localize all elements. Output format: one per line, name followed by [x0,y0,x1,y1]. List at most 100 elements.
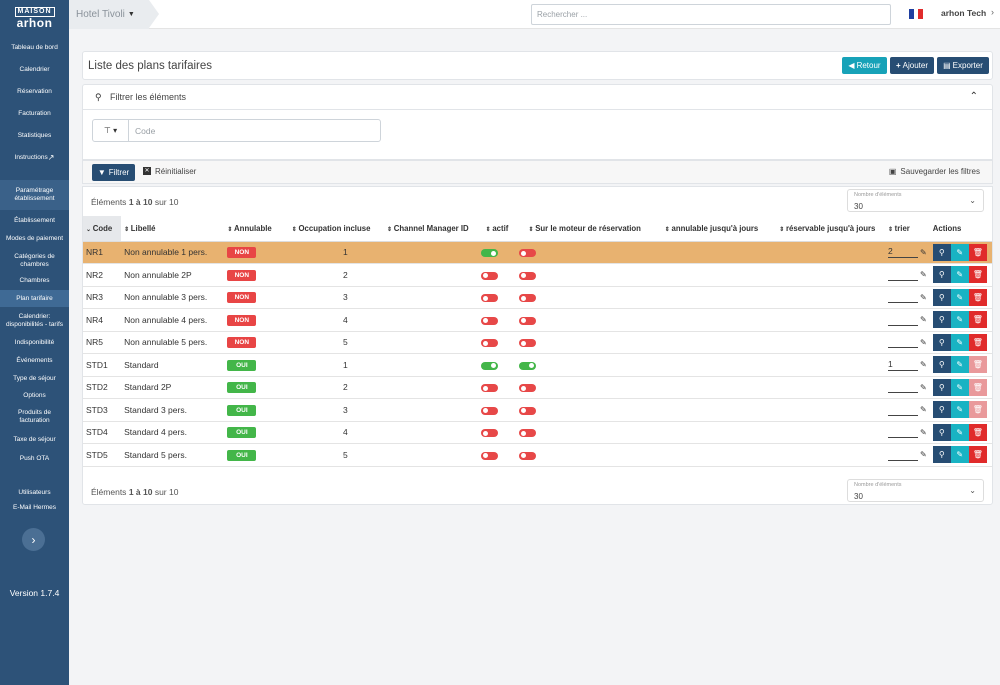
sidebar-item[interactable]: Options [0,388,69,404]
sort-order-input[interactable] [887,314,918,326]
booking-engine-toggle[interactable] [519,429,537,437]
delete-button[interactable]: 🗑 [968,356,987,374]
table-row[interactable]: NR1 Non annulable 1 pers. NON 1 2 ✎ ⚲ ✎ 🗑 [83,241,992,264]
edit-button[interactable]: ✎ [950,243,969,261]
sidebar-item[interactable]: Paramétrage établissement [0,180,69,210]
sidebar-item[interactable]: Plan tarifaire [0,290,69,307]
actif-toggle[interactable] [480,249,498,257]
per-page-select-bottom[interactable]: Nombre d'éléments 30 ⌄ [847,479,984,502]
sidebar-item[interactable]: Statistiques [0,125,69,147]
column-header[interactable]: ⇕ annulable jusqu'à jours [653,216,770,242]
table-row[interactable]: NR3 Non annulable 3 pers. NON 3 ✎ ⚲ ✎ 🗑 [83,286,992,309]
column-header[interactable]: ⇕ actif [477,216,517,242]
view-button[interactable]: ⚲ [932,378,951,396]
edit-button[interactable]: ✎ [950,401,969,419]
edit-icon[interactable]: ✎ [920,248,927,257]
logo[interactable]: MAISON arhon [0,0,69,34]
sidebar-item[interactable]: Calendrier: disponibilités - tarifs [0,308,69,334]
delete-button[interactable]: 🗑 [968,266,987,284]
edit-icon[interactable]: ✎ [920,360,927,369]
edit-button[interactable]: ✎ [950,356,969,374]
table-row[interactable]: STD4 Standard 4 pers. OUI 4 ✎ ⚲ ✎ 🗑 [83,421,992,444]
booking-engine-toggle[interactable] [519,316,537,325]
actif-toggle[interactable] [480,339,498,347]
actif-toggle[interactable] [480,429,498,437]
booking-engine-toggle[interactable] [519,294,537,302]
delete-button[interactable]: 🗑 [968,243,987,261]
actif-toggle[interactable] [480,361,498,370]
table-row[interactable]: STD5 Standard 5 pers. OUI 5 ✎ ⚲ ✎ 🗑 [83,443,992,467]
sidebar-item[interactable]: Tableau de bord [0,37,69,59]
booking-engine-toggle[interactable] [519,361,537,370]
edit-icon[interactable]: ✎ [920,270,927,279]
column-header[interactable]: ⌄ Code [83,216,122,242]
actif-toggle[interactable] [480,316,498,325]
table-row[interactable]: STD1 Standard OUI 1 1 ✎ ⚲ ✎ 🗑 [83,353,992,377]
delete-button[interactable]: 🗑 [968,333,987,351]
chevron-right-icon[interactable]: › [991,7,994,17]
edit-icon[interactable]: ✎ [920,450,927,459]
sidebar-item[interactable]: Instructions ↗ [0,147,69,169]
sidebar-item[interactable]: Taxe de séjour [0,430,69,450]
actif-toggle[interactable] [480,451,498,460]
booking-engine-toggle[interactable] [519,384,537,392]
view-button[interactable]: ⚲ [932,266,951,284]
sort-order-input[interactable] [887,336,918,349]
booking-engine-toggle[interactable] [519,271,537,280]
table-row[interactable]: STD2 Standard 2P OUI 2 ✎ ⚲ ✎ 🗑 [83,376,992,399]
sort-order-input[interactable] [887,404,918,416]
view-button[interactable]: ⚲ [932,333,951,351]
export-button[interactable]: ▤ Exporter [937,57,989,74]
column-header[interactable]: ⇕ réservable jusqu'à jours [769,216,885,242]
column-header[interactable]: ⇕ Libellé [121,216,225,242]
table-row[interactable]: NR5 Non annulable 5 pers. NON 5 ✎ ⚲ ✎ 🗑 [83,331,992,354]
hotel-selector[interactable]: Hotel Tivoli ▼ [69,0,149,29]
edit-icon[interactable]: ✎ [920,383,927,392]
column-header[interactable]: ⇕ Channel Manager ID [377,216,478,242]
per-page-select-top[interactable]: Nombre d'éléments 30 ⌄ [847,189,984,212]
view-button[interactable]: ⚲ [932,423,951,441]
view-button[interactable]: ⚲ [932,243,951,261]
sort-order-input[interactable]: 1 [887,359,918,371]
booking-engine-toggle[interactable] [519,339,537,347]
actif-toggle[interactable] [480,406,498,415]
view-button[interactable]: ⚲ [932,288,951,306]
edit-button[interactable]: ✎ [950,333,969,351]
sidebar-item[interactable]: Réservation [0,81,69,103]
view-button[interactable]: ⚲ [932,356,951,374]
back-button[interactable]: ◀ Retour [842,57,887,74]
booking-engine-toggle[interactable] [519,451,537,460]
edit-button[interactable]: ✎ [950,446,969,464]
delete-button[interactable]: 🗑 [968,378,987,396]
table-row[interactable]: NR4 Non annulable 4 pers. NON 4 ✎ ⚲ ✎ 🗑 [83,308,992,332]
chevron-up-icon[interactable]: ⌃ [970,91,978,102]
view-button[interactable]: ⚲ [932,311,951,329]
view-button[interactable]: ⚲ [932,446,951,464]
sidebar-item[interactable]: Indisponibilité [0,334,69,352]
reset-button[interactable]: ✕ Réinitialiser [143,167,196,176]
filter-header[interactable]: ⚲ Filtrer les éléments ⌃ [82,84,993,110]
edit-icon[interactable]: ✎ [920,293,927,302]
sidebar-item[interactable]: Push OTA [0,450,69,467]
column-header[interactable]: ⇕ Annulable [224,216,285,242]
delete-button[interactable]: 🗑 [968,288,987,306]
table-row[interactable]: STD3 Standard 3 pers. OUI 3 ✎ ⚲ ✎ 🗑 [83,398,992,422]
filter-button[interactable]: ▼ Filtrer [92,164,135,181]
delete-button[interactable]: 🗑 [968,423,987,441]
edit-icon[interactable]: ✎ [920,315,927,324]
sidebar-item[interactable]: Produits de facturation [0,404,69,430]
edit-icon[interactable]: ✎ [920,338,927,347]
sort-order-input[interactable] [887,381,918,394]
sidebar-item[interactable]: Type de séjour [0,370,69,388]
booking-engine-toggle[interactable] [519,406,537,415]
edit-button[interactable]: ✎ [950,378,969,396]
view-button[interactable]: ⚲ [932,401,951,419]
delete-button[interactable]: 🗑 [968,401,987,419]
table-row[interactable]: NR2 Non annulable 2P NON 2 ✎ ⚲ ✎ 🗑 [83,263,992,287]
edit-icon[interactable]: ✎ [920,405,927,414]
filter-operator-dropdown[interactable]: ⊤ ▾ [93,120,129,141]
add-button[interactable]: + Ajouter [890,57,934,74]
sort-order-input[interactable] [887,291,918,304]
sidebar-item[interactable]: Calendrier [0,59,69,81]
sort-order-input[interactable] [887,269,918,281]
